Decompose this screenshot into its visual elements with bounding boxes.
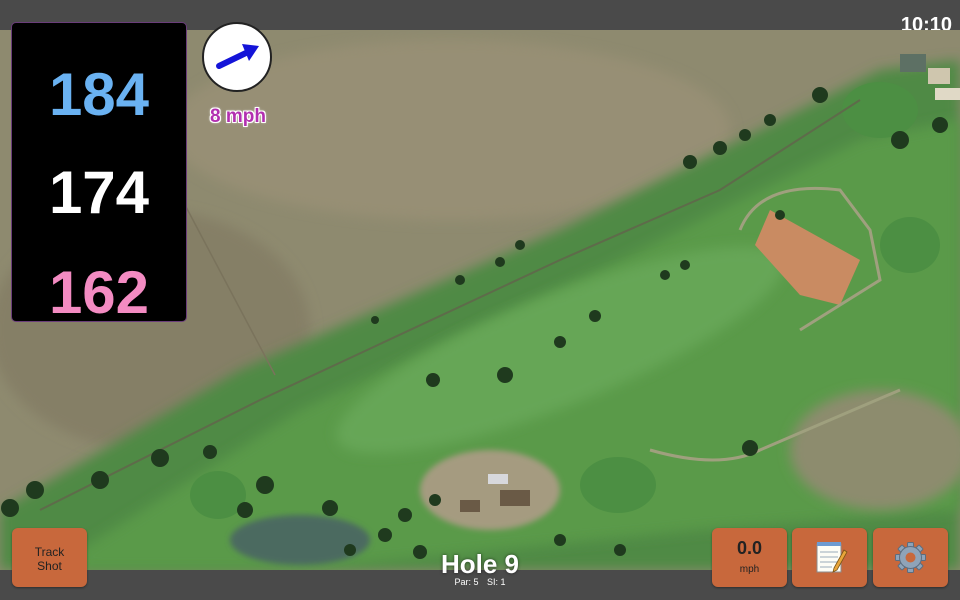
track-shot-label-line2: Shot bbox=[37, 559, 62, 573]
speed-value: 0.0 bbox=[736, 538, 763, 558]
distance-panel: 184 174 162 bbox=[11, 22, 187, 326]
arrow-right-icon bbox=[216, 44, 259, 69]
wind-direction-dial bbox=[202, 22, 272, 92]
hole-par: Par: 5 bbox=[454, 577, 479, 587]
front-distance: 162 bbox=[48, 259, 150, 326]
speed-unit: mph bbox=[739, 564, 760, 575]
track-shot-button[interactable]: Track Shot bbox=[12, 528, 87, 587]
track-shot-label-line1: Track bbox=[34, 545, 65, 559]
back-distance: 184 bbox=[48, 61, 150, 128]
middle-distance: 174 bbox=[48, 159, 150, 226]
notepad-icon bbox=[816, 542, 848, 573]
wind-speed: 8 mph bbox=[210, 106, 266, 127]
notes-button[interactable] bbox=[792, 528, 867, 587]
hole-title: Hole 9 bbox=[440, 549, 520, 579]
settings-button[interactable] bbox=[873, 528, 948, 587]
hole-stroke-index: SI: 1 bbox=[487, 577, 506, 587]
hole-info: Par: 5 SI: 1 bbox=[400, 577, 560, 587]
gear-icon bbox=[895, 542, 926, 573]
speed-button[interactable]: 0.0 mph bbox=[712, 528, 787, 587]
